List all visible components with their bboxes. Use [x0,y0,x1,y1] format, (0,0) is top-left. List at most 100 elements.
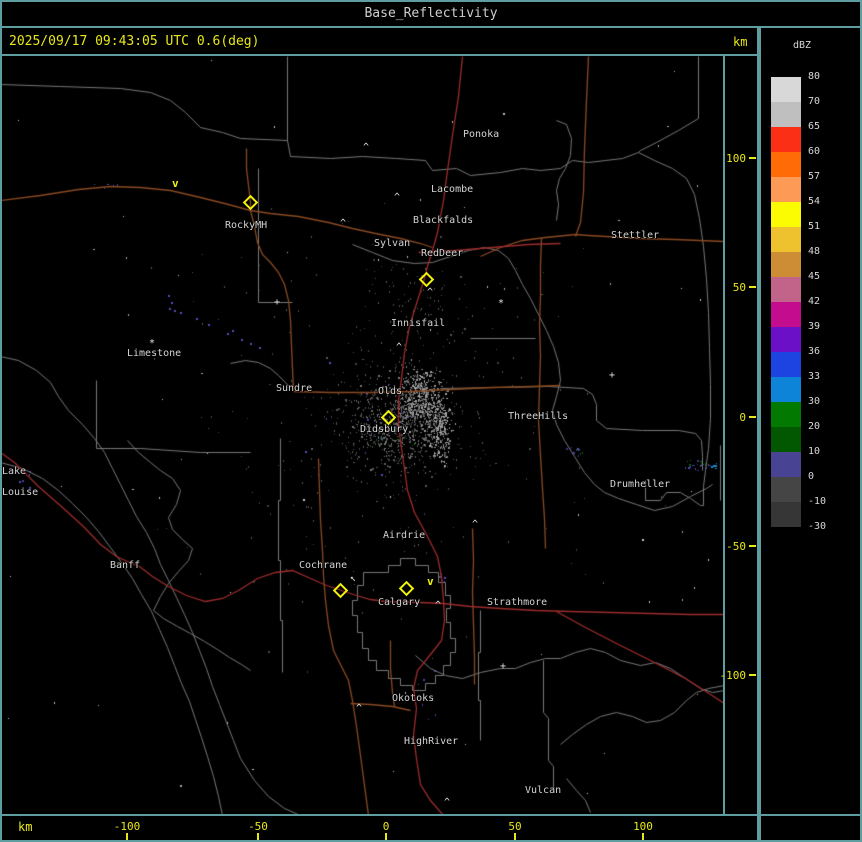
radar-app-window: Ponoka Lacombe Blackfalds Sylvan RedDeer Stet… [0,0,862,842]
y-axis-unit-label: km [733,35,748,49]
city-label-airdrie: Airdrie [383,530,426,541]
city-label-lacombe: Lacombe [431,184,474,195]
colorbar-tick-57: 57 [808,171,821,182]
y-tick-label-50: 50 [732,281,746,294]
colorbar-swatch--10 [771,502,801,527]
y-tick-mark [749,157,756,159]
colorbar-swatch-33 [771,377,801,402]
colorbar-swatch-57 [771,177,801,202]
x-tick-mark [257,833,259,840]
x-tick-label-0: 0 [382,820,390,833]
city-label-lake: Lake [2,466,27,477]
x-tick-mark [126,833,128,840]
star-marker-icon: * [149,338,156,349]
colorbar-swatch-10 [771,452,801,477]
city-label-stettler: Stettler [611,230,660,241]
colorbar-swatch-51 [771,227,801,252]
colorbar-tick-10: 10 [808,446,821,457]
caret-marker-icon: ^ [472,519,479,530]
y-tick-mark [749,416,756,418]
x-tick-mark [514,833,516,840]
x-tick-label--100: -100 [113,820,141,833]
colorbar-swatch-36 [771,352,801,377]
colorbar-tick-54: 54 [808,196,821,207]
city-label-threehills: ThreeHills [508,411,569,422]
timestamp-elevation-readout: 2025/09/17 09:43:05 UTC 0.6(deg) [9,34,260,49]
city-label-highriver: HighRiver [404,736,459,747]
frame-left [0,0,2,842]
colorbar-tick-0: 0 [808,471,815,482]
map-top-border [0,54,759,56]
arrow-marker-icon: ↖ [350,573,357,584]
city-label-calgary: Calgary [378,597,421,608]
colorbar-tick-39: 39 [808,321,821,332]
y-tick-label-100: 100 [726,152,746,165]
colorbar-tick--30: -30 [808,521,827,532]
city-label-louise: Louise [2,487,39,498]
caret-marker-icon: ^ [444,797,451,808]
colorbar-tick-51: 51 [808,221,821,232]
plus-marker-icon: + [274,297,281,308]
colorbar-swatch-60 [771,152,801,177]
v-marker-icon: v [172,177,179,190]
colorbar-swatch-30 [771,402,801,427]
colorbar-tick-65: 65 [808,121,821,132]
map-bottom-border [0,814,862,816]
colorbar-tick-45: 45 [808,271,821,282]
title-bar: Base_Reflectivity [0,0,862,26]
colorbar-swatch-70 [771,102,801,127]
city-label-cochrane: Cochrane [299,560,348,571]
colorbar-separator [757,28,761,842]
city-label-limestone: Limestone [127,348,182,359]
caret-marker-icon: ^ [427,287,434,298]
colorbar-swatch-42 [771,302,801,327]
colorbar-unit-label: dBZ [793,40,812,51]
city-label-blackfalds: Blackfalds [413,215,474,226]
x-axis-unit-label: km [18,820,33,834]
colorbar-tick--10: -10 [808,496,827,507]
city-label-olds: Olds [378,386,403,397]
colorbar-swatch-20 [771,427,801,452]
city-label-vulcan: Vulcan [525,785,562,796]
colorbar-swatch-65 [771,127,801,152]
city-label-sundre: Sundre [276,383,313,394]
colorbar-tick-60: 60 [808,146,821,157]
y-tick-label--100: -100 [719,669,747,682]
colorbar-swatch-48 [771,252,801,277]
x-tick-label-50: 50 [508,820,522,833]
caret-marker-icon: ^ [340,218,347,229]
colorbar-tick-33: 33 [808,371,821,382]
city-label-ponoka: Ponoka [463,129,500,140]
map-right-border [723,54,725,816]
colorbar-tick-80: 80 [808,71,821,82]
colorbar-tick-42: 42 [808,296,821,307]
colorbar-tick-36: 36 [808,346,821,357]
city-label-innisfail: Innisfail [391,318,446,329]
colorbar-swatch-80 [771,77,801,102]
caret-marker-icon: ^ [363,142,370,153]
x-tick-mark [642,833,644,840]
city-label-didsbury: Didsbury [360,424,409,435]
caret-marker-icon: ^ [435,600,442,611]
city-label-rockymh: RockyMH [225,220,268,231]
caret-marker-icon: ^ [356,703,363,714]
colorbar-swatch-39 [771,327,801,352]
y-tick-label-0: 0 [739,411,746,424]
v-marker-icon: v [427,575,434,588]
title-divider [0,26,862,28]
frame-top [0,0,862,2]
colorbar-swatch-0 [771,477,801,502]
city-label-banff: Banff [110,560,141,571]
city-label-strathmore: Strathmore [487,597,548,608]
city-label-okotoks: Okotoks [392,693,435,704]
city-label-sylvan: Sylvan [374,238,411,249]
plus-marker-icon: + [500,661,507,672]
colorbar-tick-20: 20 [808,421,821,432]
caret-marker-icon: ^ [394,192,401,203]
colorbar-swatch-45 [771,277,801,302]
window-title: Base_Reflectivity [364,5,498,21]
colorbar-tick-70: 70 [808,96,821,107]
caret-marker-icon: ^ [396,342,403,353]
colorbar-tick-30: 30 [808,396,821,407]
y-tick-mark [749,545,756,547]
